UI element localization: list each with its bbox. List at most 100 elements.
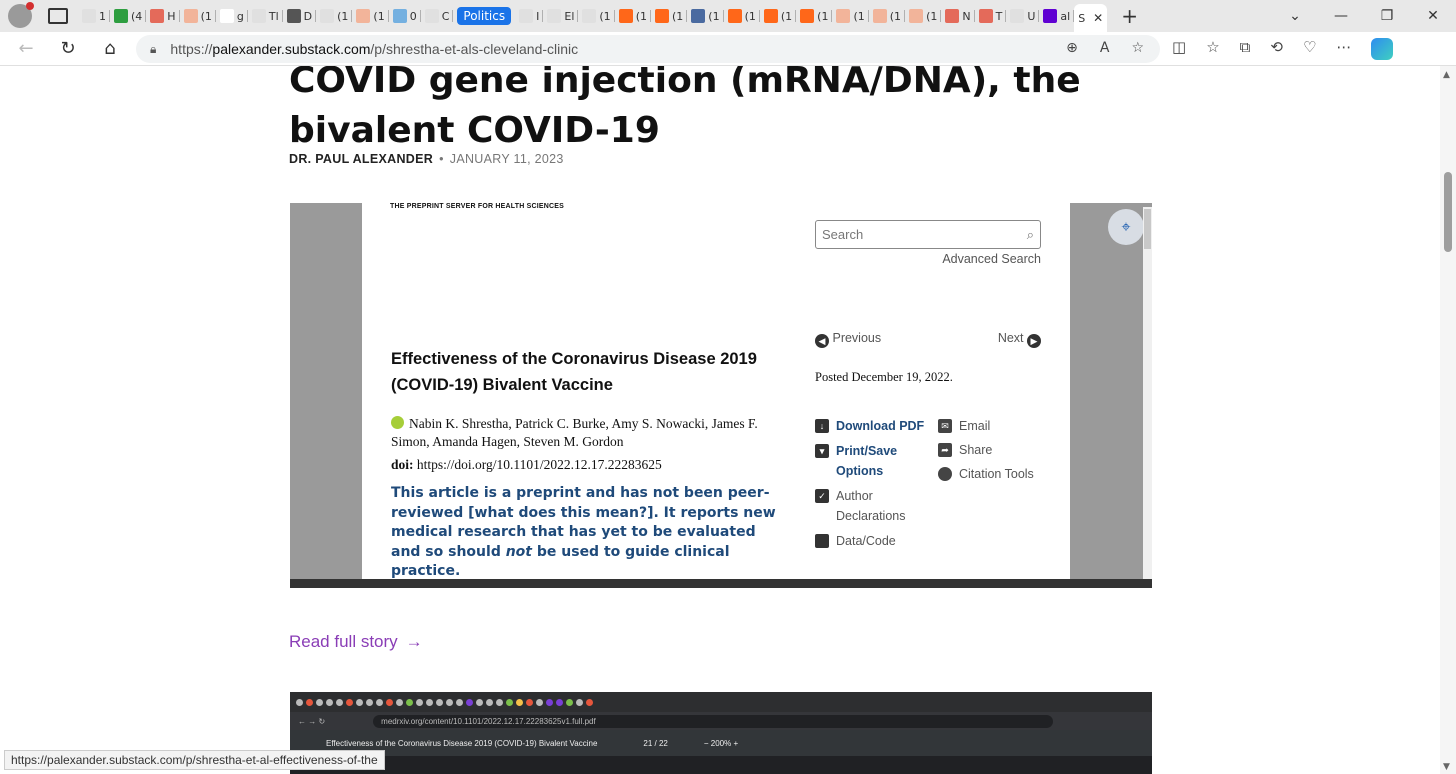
scroll-up-icon[interactable]: ▲ bbox=[1443, 70, 1450, 80]
tab-group-item-12[interactable]: N bbox=[941, 4, 975, 28]
tab-group-item-8[interactable]: (1 bbox=[796, 4, 833, 28]
tab-group-item-14[interactable]: U bbox=[1006, 4, 1040, 28]
posted-date: Posted December 19, 2022. bbox=[815, 370, 953, 384]
read-aloud-icon[interactable]: A bbox=[1100, 40, 1110, 56]
tab-group-item-2[interactable]: (1 bbox=[578, 4, 615, 28]
visual-search-icon[interactable]: ⌖ bbox=[1108, 209, 1144, 245]
scroll-down-icon[interactable]: ▼ bbox=[1443, 762, 1450, 772]
read-full-story-link[interactable]: Read full story → bbox=[289, 632, 423, 652]
tab-label: (1 bbox=[926, 9, 938, 23]
tab-favicon-icon bbox=[763, 9, 778, 23]
tab-6[interactable]: D bbox=[283, 4, 317, 28]
paper-doi: doi: https://doi.org/10.1101/2022.12.17.… bbox=[391, 457, 662, 472]
tab-label: (1 bbox=[337, 9, 349, 23]
article-title: COVID gene injection (mRNA/DNA), the biv… bbox=[289, 66, 1081, 151]
tab-group-item-15[interactable]: al bbox=[1039, 4, 1075, 28]
tab-label: H bbox=[167, 9, 176, 23]
share-action: ➦ Share bbox=[938, 440, 1048, 460]
refresh-button[interactable]: ↻ bbox=[50, 38, 86, 59]
tab-2[interactable]: H bbox=[146, 4, 180, 28]
tab-group-item-4[interactable]: (1 bbox=[651, 4, 688, 28]
tab-group-item-13[interactable]: T bbox=[975, 4, 1007, 28]
favorite-star-icon[interactable]: ☆ bbox=[1131, 40, 1144, 56]
tab-favicon-icon bbox=[424, 9, 439, 23]
scrollbar-thumb[interactable] bbox=[1444, 172, 1452, 252]
tab-label: (1 bbox=[780, 9, 793, 23]
history-icon[interactable]: ⟲ bbox=[1270, 38, 1283, 60]
tab-group-item-9[interactable]: (1 bbox=[832, 4, 869, 28]
tab-favicon-icon bbox=[1043, 9, 1058, 23]
tab-search-chevron-icon[interactable]: ⌄ bbox=[1272, 8, 1318, 24]
lock-icon[interactable]: 🔒︎ bbox=[150, 42, 156, 57]
tab-5[interactable]: Tl bbox=[248, 4, 283, 28]
preprint-server-label: THE PREPRINT SERVER FOR HEALTH SCIENCES bbox=[390, 203, 565, 210]
tab-4[interactable]: g bbox=[216, 4, 248, 28]
tab-label: 1 bbox=[99, 9, 106, 23]
close-window-button[interactable]: ✕ bbox=[1410, 8, 1456, 24]
preprint-page: THE PREPRINT SERVER FOR HEALTH SCIENCES … bbox=[362, 203, 1070, 579]
citation-tools-action: Citation Tools bbox=[938, 464, 1048, 484]
back-button[interactable]: ← bbox=[8, 38, 44, 59]
tab-7[interactable]: (1 bbox=[316, 4, 353, 28]
tab-label: N bbox=[962, 9, 971, 23]
favorites-icon[interactable]: ☆ bbox=[1206, 38, 1219, 60]
arrow-right-icon: → bbox=[405, 632, 423, 651]
home-button[interactable]: ⌂ bbox=[92, 38, 128, 59]
profile-avatar[interactable] bbox=[8, 2, 34, 28]
tab-label: (1 bbox=[635, 9, 647, 23]
tab-label: C bbox=[441, 9, 450, 23]
download-icon: ↓ bbox=[815, 419, 829, 433]
embedded-page-indicator: 21 / 22 bbox=[643, 738, 668, 748]
email-action: ✉ Email bbox=[938, 416, 1048, 436]
address-url[interactable]: https://palexander.substack.com/p/shrest… bbox=[170, 41, 578, 57]
split-screen-icon[interactable]: ◫ bbox=[1172, 38, 1186, 60]
active-tab[interactable]: S ✕ bbox=[1074, 4, 1108, 32]
tab-3[interactable]: (1 bbox=[180, 4, 216, 28]
window-controls: ⌄ — ❐ ✕ bbox=[1272, 0, 1456, 32]
tab-8[interactable]: (1 bbox=[352, 4, 389, 28]
maximize-button[interactable]: ❐ bbox=[1364, 8, 1410, 24]
copilot-icon[interactable] bbox=[1371, 38, 1394, 60]
tab-actions-icon[interactable] bbox=[48, 8, 68, 24]
tab-label: (1 bbox=[708, 9, 720, 23]
page-content: COVID gene injection (mRNA/DNA), the biv… bbox=[0, 66, 1440, 774]
tab-group-politics[interactable]: Politics bbox=[457, 7, 512, 25]
tab-10[interactable]: C bbox=[421, 4, 454, 28]
tab-group-item-10[interactable]: (1 bbox=[869, 4, 906, 28]
pdf-viewer-screenshot[interactable]: ← → ↻ medrxiv.org/content/10.1101/2022.12… bbox=[290, 692, 1152, 774]
tab-group-item-6[interactable]: (1 bbox=[724, 4, 760, 28]
address-bar[interactable]: 🔒︎ https://palexander.substack.com/p/shr… bbox=[136, 35, 1160, 63]
author-name[interactable]: DR. PAUL ALEXANDER bbox=[289, 152, 433, 166]
tab-9[interactable]: 0 bbox=[389, 4, 421, 28]
embedded-zoom-level: − 200% + bbox=[703, 738, 739, 748]
tab-label: El bbox=[564, 9, 575, 23]
new-tab-button[interactable]: + bbox=[1121, 4, 1138, 28]
tab-label: U bbox=[1027, 9, 1036, 23]
tab-favicon-icon bbox=[836, 9, 851, 23]
article-byline: DR. PAUL ALEXANDER • JANUARY 11, 2023 bbox=[289, 152, 564, 166]
tab-group-item-3[interactable]: (1 bbox=[615, 4, 651, 28]
tab-group-item-5[interactable]: (1 bbox=[687, 4, 724, 28]
close-tab-icon[interactable]: ✕ bbox=[1093, 11, 1103, 25]
more-menu-icon[interactable]: ⋯ bbox=[1336, 38, 1351, 60]
download-pdf-action: ↓ Download PDF bbox=[815, 416, 925, 436]
file-icon bbox=[815, 534, 829, 548]
zoom-icon[interactable]: ⊕ bbox=[1066, 40, 1078, 56]
tab-group-item-11[interactable]: (1 bbox=[905, 4, 942, 28]
tab-group-item-0[interactable]: I bbox=[515, 4, 544, 28]
preprint-screenshot[interactable]: THE PREPRINT SERVER FOR HEALTH SCIENCES … bbox=[290, 203, 1152, 588]
page-scrollbar[interactable]: ▲ ▼ bbox=[1440, 66, 1456, 774]
tab-group-item-7[interactable]: (1 bbox=[760, 4, 797, 28]
tab-0[interactable]: 1 bbox=[78, 4, 110, 28]
collections-icon[interactable]: ⧉ bbox=[1240, 38, 1251, 60]
tab-group-item-1[interactable]: El bbox=[543, 4, 579, 28]
active-tab-label: S bbox=[1078, 11, 1086, 25]
tab-label: (1 bbox=[200, 9, 212, 23]
minimize-button[interactable]: — bbox=[1318, 8, 1364, 24]
tab-label: (1 bbox=[671, 9, 684, 23]
performance-icon[interactable]: ♡ bbox=[1303, 38, 1316, 60]
tab-favicon-icon bbox=[978, 9, 993, 23]
tab-1[interactable]: (4 bbox=[110, 4, 147, 28]
embedded-tab-strip bbox=[290, 692, 1152, 712]
embedded-pdf-toolbar: Effectiveness of the Coronavirus Disease… bbox=[290, 730, 1152, 756]
